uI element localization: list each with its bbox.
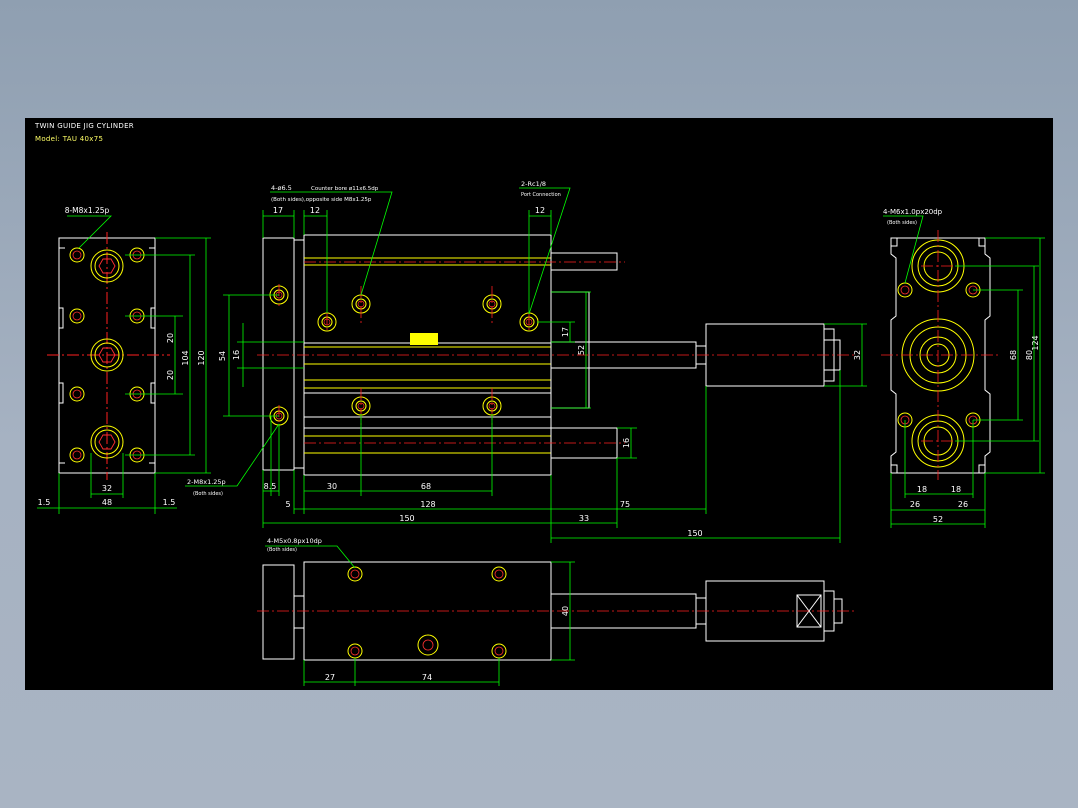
drawing-sheet: TWIN GUIDE JIG CYLINDER Model: TAU 40x75: [25, 118, 1053, 690]
dim-12a: 12: [310, 206, 320, 215]
dim-124: 124: [1031, 335, 1040, 350]
callout-bottom-taps: 4-M5x0.8px10dp: [267, 537, 322, 545]
dim-54: 54: [218, 351, 227, 361]
cad-drawing: 20 20 104 120 32 48 1.5 1.5 8-M8x1.25p 1…: [37, 180, 1045, 686]
front-view: 17 12 12 54 16 17 52 16 32 8.5 30 68 128…: [185, 180, 867, 543]
dim-150b: 150: [687, 529, 702, 538]
dim-104: 104: [181, 350, 190, 365]
dim-32: 32: [102, 484, 112, 493]
bottom-view: 40 27 74 4-M5x0.8px10dp (Both sides): [257, 537, 855, 686]
dim-20a: 20: [166, 333, 175, 343]
right-end-view: 68 80 124 18 18 26 26 52 4-M6x1.0px20dp …: [881, 208, 1045, 528]
dim-32: 32: [853, 350, 862, 360]
callout-port-sub: Port Connection: [521, 192, 561, 198]
callout-thru-holes: 4-ø6.5: [271, 184, 292, 192]
dim-1-5b: 1.5: [163, 498, 176, 507]
callout-end-right-taps: 4-M6x1.0px20dp: [883, 208, 943, 216]
dim-40: 40: [561, 606, 570, 616]
callout-both-sides-opp: (Both sides),opposite side M8x1.25p: [271, 197, 372, 203]
dim-12b: 12: [535, 206, 545, 215]
dim-26b: 26: [958, 500, 968, 509]
callout-end-right-taps-sub: (Both sides): [887, 220, 917, 226]
dim-1-5a: 1.5: [38, 498, 51, 507]
dim-128: 128: [420, 500, 435, 509]
dim-17b: 17: [561, 327, 570, 337]
dim-5: 5: [285, 500, 290, 509]
left-end-view: 20 20 104 120 32 48 1.5 1.5 8-M8x1.25p: [37, 206, 211, 514]
dim-26a: 26: [910, 500, 920, 509]
callout-bottom-taps-sub: (Both sides): [267, 547, 297, 553]
dim-16b: 16: [622, 438, 631, 448]
dim-33: 33: [579, 514, 589, 523]
dim-75: 75: [620, 500, 630, 509]
dim-150a: 150: [399, 514, 414, 523]
callout-plate-taps-sub: (Both sides): [193, 491, 223, 497]
callout-end-left-taps: 8-M8x1.25p: [65, 206, 110, 215]
dim-74: 74: [422, 673, 432, 682]
dim-68: 68: [421, 482, 431, 491]
callout-port: 2-Rc1/8: [521, 180, 546, 188]
dim-17: 17: [273, 206, 283, 215]
dim-20b: 20: [166, 370, 175, 380]
dim-16a: 16: [232, 350, 241, 360]
dim-18b: 18: [951, 485, 961, 494]
dim-120: 120: [197, 350, 206, 365]
dim-52-right: 52: [933, 515, 943, 524]
dim-68-right: 68: [1009, 350, 1018, 360]
callout-counter-bore: Counter bore ø11x6.5dp: [311, 186, 379, 192]
dim-27: 27: [325, 673, 335, 682]
dim-52: 52: [577, 345, 586, 355]
dim-18a: 18: [917, 485, 927, 494]
dim-8-5: 8.5: [264, 482, 277, 491]
dim-30: 30: [327, 482, 337, 491]
dim-48: 48: [102, 498, 112, 507]
callout-plate-taps: 2-M8x1.25p: [187, 478, 226, 486]
